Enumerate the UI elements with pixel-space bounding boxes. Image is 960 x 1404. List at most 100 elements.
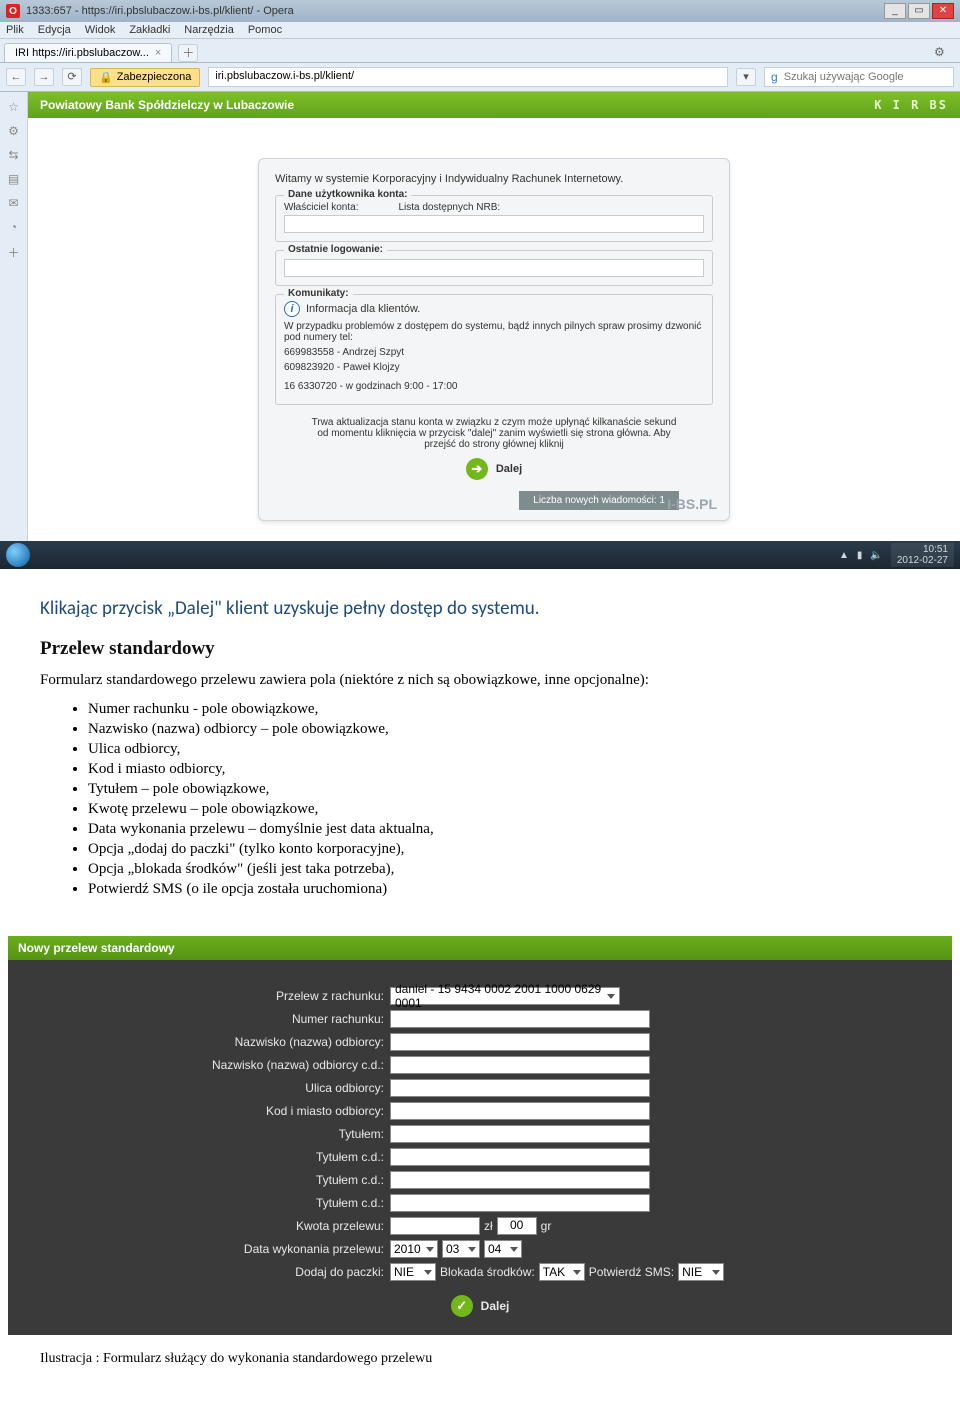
list-item: Ulica odbiorcy, (88, 741, 920, 758)
doc-heading-1: Klikając przycisk „Dalej" klient uzyskuj… (40, 597, 920, 620)
blokada-select[interactable]: TAK (539, 1263, 585, 1281)
dalej-label: Dalej (496, 463, 522, 475)
transfer-form-screenshot: Nowy przelew standardowy Przelew z rachu… (8, 936, 952, 1335)
note-icon[interactable]: ▤ (8, 172, 19, 186)
menu-narzedzia[interactable]: Narzędzia (184, 24, 234, 36)
menu-pomoc[interactable]: Pomoc (248, 24, 282, 36)
clock-date: 2012-02-27 (897, 555, 948, 566)
tray-flag-icon[interactable]: ▲ (839, 550, 849, 561)
tray-network-icon[interactable]: ▮ (857, 550, 863, 561)
menu-edycja[interactable]: Edycja (38, 24, 71, 36)
addr-dropdown-button[interactable]: ▾ (736, 68, 756, 86)
label-nazwisko-cd: Nazwisko (nazwa) odbiorcy c.d.: (200, 1058, 390, 1072)
owner-label: Właściciel konta: (284, 202, 358, 213)
bank-title: Powiatowy Bank Spółdzielczy w Lubaczowie (40, 98, 294, 112)
account-select[interactable]: daniel - 15 9434 0002 2001 1000 0629 000… (390, 987, 620, 1005)
minimize-button[interactable]: _ (884, 3, 906, 19)
label-numer: Numer rachunku: (200, 1012, 390, 1026)
chevron-down-icon (468, 1247, 476, 1252)
settings-icon[interactable]: ⚙ (934, 45, 950, 61)
gear-icon[interactable]: ⚙ (8, 124, 19, 138)
search-box[interactable]: g Szukaj używając Google (764, 67, 954, 87)
maximize-button[interactable]: ▭ (908, 3, 930, 19)
lock-icon: 🔒 (99, 71, 113, 84)
doc-paragraph: Formularz standardowego przelewu zawiera… (40, 672, 920, 689)
new-tab-button[interactable]: ＋ (178, 44, 198, 62)
clock[interactable]: 10:51 2012-02-27 (891, 543, 954, 567)
label-blokada: Blokada środków: (440, 1265, 535, 1279)
nrb-label: Lista dostępnych NRB: (398, 202, 500, 213)
account-select-value: daniel - 15 9434 0002 2001 1000 0629 000… (395, 982, 607, 1010)
msg-line-1: W przypadku problemów z dostępem do syst… (284, 321, 704, 343)
nazwisko-input[interactable] (390, 1033, 650, 1051)
dialog-intro: Witamy w systemie Korporacyjny i Indywid… (275, 173, 713, 185)
numer-input[interactable] (390, 1010, 650, 1028)
month-select[interactable]: 03 (442, 1240, 480, 1258)
tytul-input[interactable] (390, 1125, 650, 1143)
kod-input[interactable] (390, 1102, 650, 1120)
dodaj-select[interactable]: NIE (390, 1263, 436, 1281)
msg-line-2: 669983558 - Andrzej Szpyt (284, 347, 704, 358)
tytul-cd2-input[interactable] (390, 1171, 650, 1189)
label-kwota: Kwota przelewu: (200, 1219, 390, 1233)
doc-bullet-list: Numer rachunku - pole obowiązkowe, Nazwi… (40, 701, 920, 898)
forward-button[interactable]: → (34, 68, 54, 86)
menu-widok[interactable]: Widok (85, 24, 116, 36)
chat-icon[interactable]: ✉ (8, 196, 18, 210)
bank-header: Powiatowy Bank Spółdzielczy w Lubaczowie… (28, 92, 960, 118)
fieldset-messages: Komunikaty: i Informacja dla klientów. W… (275, 294, 713, 405)
close-button[interactable]: ✕ (932, 3, 954, 19)
arrows-icon[interactable]: ⇆ (8, 148, 18, 162)
window-title-text: 1333:657 - https://iri.pbslubaczow.i-bs.… (26, 5, 294, 17)
potw-select[interactable]: NIE (678, 1263, 724, 1281)
menu-plik[interactable]: Plik (6, 24, 24, 36)
star-icon[interactable]: ☆ (8, 100, 19, 114)
info-icon: i (284, 301, 300, 317)
label-przelew-z: Przelew z rachunku: (200, 989, 390, 1003)
label-data: Data wykonania przelewu: (200, 1242, 390, 1256)
tray-sound-icon[interactable]: 🔈 (870, 550, 882, 561)
fieldset-last-login: Ostatnie logowanie: (275, 250, 713, 286)
label-dodaj: Dodaj do paczki: (200, 1265, 390, 1279)
illustration-caption: Ilustracja : Formularz służący do wykona… (0, 1347, 960, 1387)
tab-row: IRI https://iri.pbslubaczow... × ＋ ⚙ (0, 39, 960, 63)
day-select[interactable]: 04 (484, 1240, 522, 1258)
browser-tab[interactable]: IRI https://iri.pbslubaczow... × (4, 43, 172, 62)
tytul-cd1-input[interactable] (390, 1148, 650, 1166)
back-button[interactable]: ← (6, 68, 26, 86)
label-potw: Potwierdź SMS: (589, 1265, 674, 1279)
kwota-gr-input[interactable]: 00 (497, 1217, 537, 1235)
label-tytul: Tytułem: (200, 1127, 390, 1141)
document-body: Klikając przycisk „Dalej" klient uzyskuj… (0, 569, 960, 936)
chevron-down-icon (573, 1270, 581, 1275)
label-kod: Kod i miasto odbiorcy: (200, 1104, 390, 1118)
list-item: Data wykonania przelewu – domyślnie jest… (88, 821, 920, 838)
security-pill[interactable]: 🔒 Zabezpieczona (90, 68, 200, 87)
plus-icon[interactable]: ＋ (7, 244, 19, 261)
welcome-dialog: Witamy w systemie Korporacyjny i Indywid… (258, 158, 730, 521)
year-select[interactable]: 2010 (390, 1240, 438, 1258)
kwota-zl-input[interactable] (390, 1217, 480, 1235)
nazwisko-cd-input[interactable] (390, 1056, 650, 1074)
clock-icon[interactable]: ◔ (10, 220, 17, 234)
arrow-right-icon: ➔ (466, 458, 488, 480)
tab-close-icon[interactable]: × (155, 47, 161, 59)
new-messages-bar[interactable]: Liczba nowych wiadomości: 1 (519, 491, 679, 510)
security-label: Zabezpieczona (117, 71, 192, 83)
label-tytul-cd3: Tytułem c.d.: (200, 1196, 390, 1210)
menu-zakladki[interactable]: Zakładki (129, 24, 170, 36)
address-bar[interactable]: iri.pbslubaczow.i-bs.pl/klient/ (208, 67, 728, 87)
tytul-cd3-input[interactable] (390, 1194, 650, 1212)
reload-button[interactable]: ⟳ (62, 68, 82, 86)
check-icon: ✓ (451, 1295, 473, 1317)
form-dalej-button[interactable]: ✓ Dalej (451, 1295, 510, 1317)
list-item: Kwotę przelewu – pole obowiązkowe, (88, 801, 920, 818)
doc-heading-2: Przelew standardowy (40, 638, 920, 660)
user-data-blank (284, 215, 704, 233)
nav-bar: ← → ⟳ 🔒 Zabezpieczona iri.pbslubaczow.i-… (0, 63, 960, 92)
start-orb-icon[interactable] (6, 543, 30, 567)
chevron-down-icon (426, 1247, 434, 1252)
dalej-button[interactable]: ➔ Dalej (466, 458, 522, 480)
opera-icon: O (6, 4, 20, 18)
ulica-input[interactable] (390, 1079, 650, 1097)
